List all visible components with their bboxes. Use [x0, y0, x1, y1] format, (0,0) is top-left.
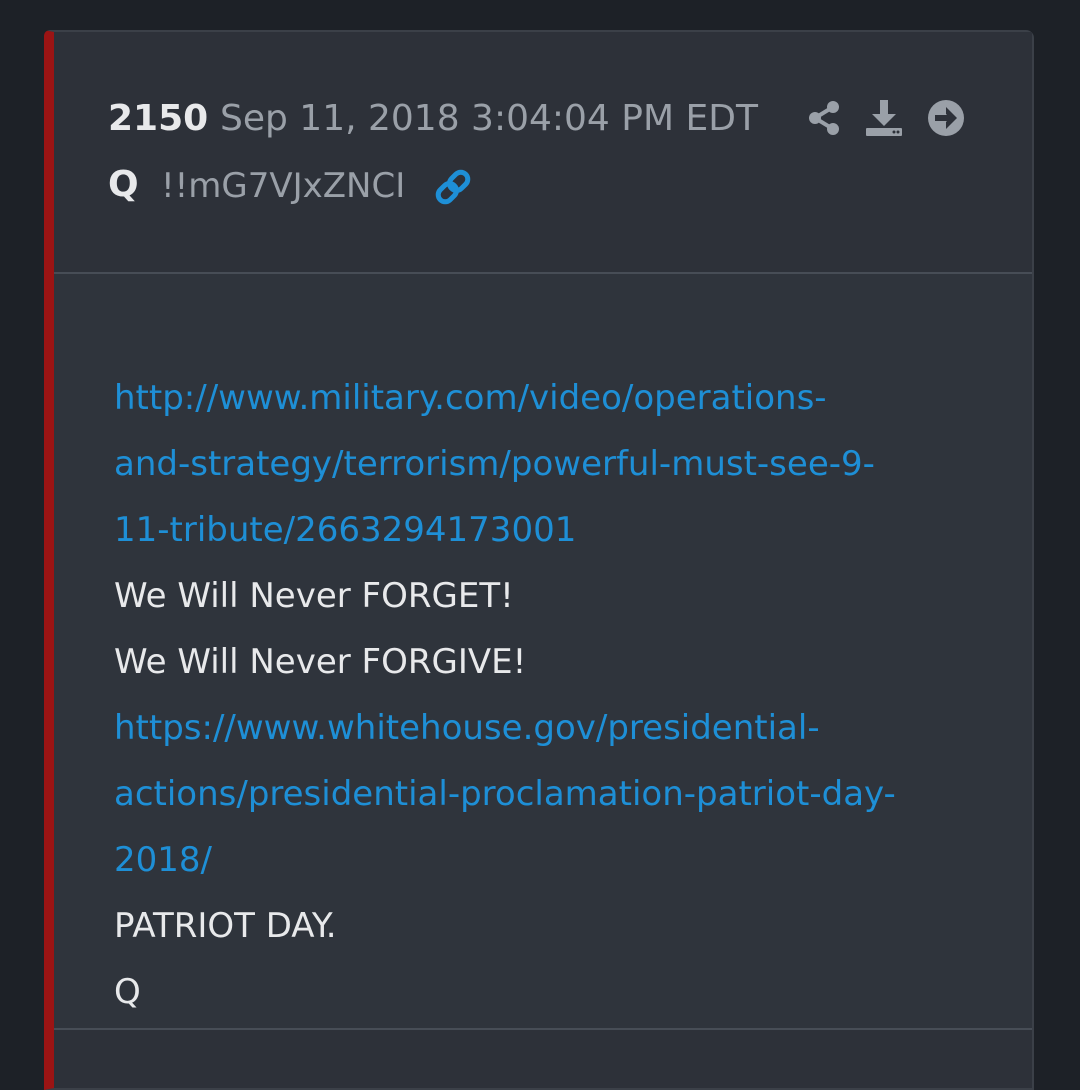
- body-text-forget: We Will Never FORGET!: [114, 576, 514, 616]
- share-icon[interactable]: [804, 98, 844, 138]
- arrow-right-circle-icon[interactable]: [926, 98, 966, 138]
- link-whitehouse-line2[interactable]: actions/presidential-proclamation-patrio…: [114, 774, 896, 814]
- link-icon[interactable]: [432, 166, 474, 208]
- post-number: 2150: [108, 98, 209, 139]
- link-whitehouse-line1[interactable]: https://www.whitehouse.gov/presidential-: [114, 708, 820, 748]
- post-header: 2150 Sep 11, 2018 3:04:04 PM EDT Q !!mG7…: [54, 32, 1032, 274]
- post-body: http://www.military.com/video/operations…: [54, 274, 1032, 1030]
- body-text-forgive: We Will Never FORGIVE!: [114, 642, 527, 682]
- body-text-patriot-day: PATRIOT DAY.: [114, 906, 337, 946]
- link-whitehouse-line3[interactable]: 2018/: [114, 840, 212, 880]
- author-name: Q: [108, 164, 139, 205]
- body-signature: Q: [114, 972, 141, 1012]
- download-icon[interactable]: [864, 98, 904, 138]
- link-military-line2[interactable]: and-strategy/terrorism/powerful-must-see…: [114, 444, 875, 484]
- link-military-line1[interactable]: http://www.military.com/video/operations…: [114, 378, 827, 418]
- link-military-line3[interactable]: 11-tribute/2663294173001: [114, 510, 576, 550]
- post-date: Sep 11, 2018 3:04:04 PM EDT: [220, 98, 758, 139]
- tripcode: !!mG7VJxZNCI: [161, 166, 406, 206]
- post-card: 2150 Sep 11, 2018 3:04:04 PM EDT Q !!mG7…: [44, 30, 1034, 1090]
